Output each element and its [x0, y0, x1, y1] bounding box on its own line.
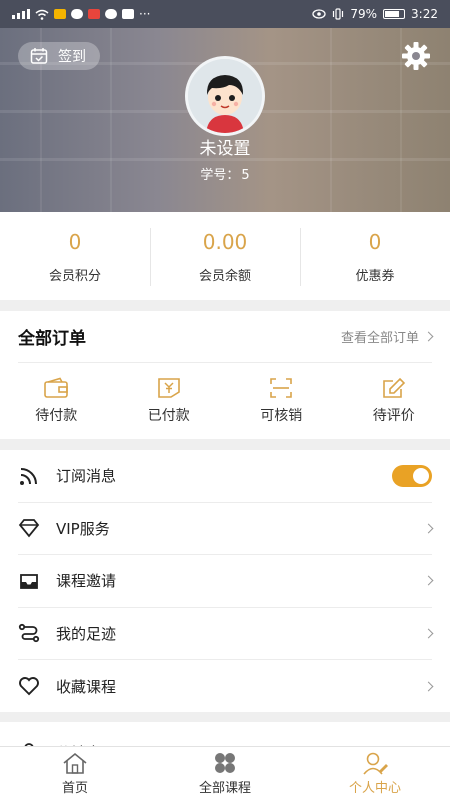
- tab-label: 全部课程: [198, 781, 251, 796]
- eye-icon: [312, 9, 327, 19]
- battery-percent: 79%: [350, 7, 378, 21]
- heart-icon: [19, 677, 39, 696]
- order-redeemable[interactable]: 可核销: [225, 363, 338, 438]
- home-icon: [63, 752, 87, 774]
- settings-menu: 订阅消息 VIP服务 课程邀请 我的足迹 收藏课程: [0, 450, 450, 712]
- stat-balance[interactable]: 0.00 会员余额: [150, 212, 300, 300]
- stat-value: 0: [68, 229, 82, 254]
- stat-value: 0.00: [202, 229, 248, 254]
- tab-home[interactable]: 首页: [0, 747, 150, 800]
- profile-header: 签到 未设置 学号： 5: [0, 0, 450, 212]
- cartoon-avatar-icon: [188, 59, 262, 133]
- order-paid[interactable]: 已付款: [113, 363, 226, 438]
- chevron-right-icon: [423, 628, 434, 639]
- scan-icon: [270, 377, 293, 398]
- member-stats: 0 会员积分 0.00 会员余额 0 优惠券: [0, 212, 450, 300]
- chevron-right-icon: [423, 331, 434, 342]
- menu-label: VIP服务: [56, 519, 110, 538]
- nickname: 未设置: [199, 139, 251, 159]
- checkin-label: 签到: [58, 49, 86, 65]
- avatar[interactable]: [185, 56, 265, 136]
- menu-favorite-courses[interactable]: 收藏课程: [18, 660, 434, 713]
- shop-notification-icon: [88, 9, 100, 19]
- message-notification-icon: [71, 9, 83, 19]
- orders-header: 全部订单 查看全部订单: [18, 311, 434, 363]
- menu-label: 课程邀请: [56, 572, 117, 591]
- mail-notification-icon: [122, 9, 134, 19]
- app-notification-icon: [54, 9, 66, 19]
- menu-label: 订阅消息: [56, 467, 117, 486]
- paid-yen-icon: [157, 377, 180, 398]
- stat-label: 优惠券: [355, 268, 395, 284]
- more-notifications-icon: ···: [139, 7, 151, 21]
- route-icon: [18, 624, 40, 643]
- stat-coupons[interactable]: 0 优惠券: [300, 212, 450, 300]
- vibrate-icon: [333, 8, 344, 20]
- profile-icon: [363, 752, 388, 775]
- menu-vip-service[interactable]: VIP服务: [18, 503, 434, 555]
- tab-label: 首页: [61, 781, 88, 796]
- menu-label: 我的足迹: [56, 624, 117, 643]
- settings-gear-icon[interactable]: [400, 40, 432, 72]
- status-bar: ··· 79% 3:22: [0, 0, 450, 28]
- chevron-right-icon: [423, 523, 434, 534]
- wifi-icon: [35, 9, 49, 20]
- grid-icon: [215, 753, 235, 773]
- edit-review-icon: [382, 377, 405, 398]
- order-pending-payment[interactable]: 待付款: [0, 363, 113, 438]
- stat-label: 会员积分: [48, 268, 101, 284]
- tab-profile[interactable]: 个人中心: [300, 747, 450, 800]
- menu-label: 收藏课程: [56, 677, 117, 696]
- bottom-tab-bar: 首页 全部课程 个人中心: [0, 746, 450, 800]
- tab-all-courses[interactable]: 全部课程: [150, 747, 300, 800]
- menu-my-footprint[interactable]: 我的足迹: [18, 608, 434, 660]
- checkin-button[interactable]: 签到: [18, 42, 100, 70]
- view-all-orders-link[interactable]: 查看全部订单: [340, 327, 434, 346]
- order-item-label: 待付款: [35, 407, 78, 424]
- battery-icon: [383, 9, 406, 19]
- order-item-label: 可核销: [260, 407, 303, 424]
- signal-icon: [12, 9, 30, 19]
- menu-course-invitation[interactable]: 课程邀请: [18, 555, 434, 608]
- tab-label: 个人中心: [348, 781, 401, 796]
- student-number-value: 5: [241, 168, 250, 183]
- student-number-label: 学号：: [200, 168, 240, 183]
- inbox-icon: [20, 573, 38, 589]
- stat-value: 0: [368, 229, 382, 254]
- view-all-orders-label: 查看全部订单: [340, 331, 419, 346]
- orders-panel: 全部订单 查看全部订单 待付款 已付款 可核销 待评价: [0, 311, 450, 439]
- menu-subscribe-messages[interactable]: 订阅消息: [18, 450, 432, 503]
- chevron-right-icon: [423, 575, 434, 586]
- stat-label: 会员余额: [198, 268, 251, 284]
- diamond-icon: [18, 519, 40, 538]
- chevron-right-icon: [423, 681, 434, 692]
- rss-icon: [20, 467, 37, 485]
- subscribe-toggle[interactable]: [392, 464, 432, 487]
- stat-points[interactable]: 0 会员积分: [0, 212, 150, 300]
- order-item-label: 已付款: [147, 407, 190, 424]
- order-to-review[interactable]: 待评价: [338, 363, 450, 438]
- student-number: 学号： 5: [0, 164, 450, 183]
- clock: 3:22: [411, 7, 438, 21]
- orders-title: 全部订单: [18, 329, 86, 349]
- order-item-label: 待评价: [372, 407, 415, 424]
- wechat-notification-icon: [105, 9, 117, 19]
- calendar-check-icon: [30, 48, 48, 64]
- wallet-icon: [44, 377, 69, 398]
